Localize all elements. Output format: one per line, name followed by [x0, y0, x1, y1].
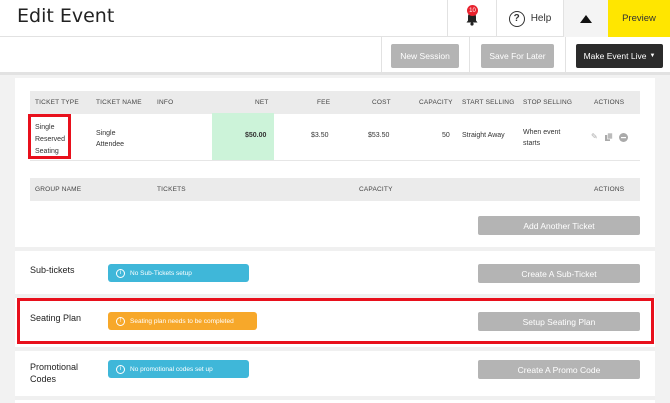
- caret-down-icon: ▼: [649, 53, 656, 59]
- info-icon: i: [116, 364, 125, 374]
- col-ticket-name: TICKET NAME: [96, 99, 142, 106]
- delete-icon[interactable]: [619, 133, 628, 144]
- col-cost: COST: [372, 99, 391, 106]
- help-button[interactable]: ? Help: [496, 0, 563, 37]
- col-stop-selling: STOP SELLING: [523, 99, 573, 106]
- col-group-capacity: CAPACITY: [359, 186, 393, 193]
- row-divider: [30, 160, 640, 161]
- ticket-name-line: Single: [96, 130, 116, 137]
- toolbar-divider: [381, 37, 382, 75]
- question-icon: ?: [508, 10, 525, 27]
- info-icon: i: [116, 268, 125, 278]
- duplicate-icon[interactable]: [605, 132, 613, 143]
- stop-selling-cell: When event starts: [523, 127, 560, 149]
- col-info: INFO: [157, 99, 174, 106]
- col-fee: FEE: [317, 99, 331, 106]
- promo-label-line: Promotional: [30, 362, 79, 372]
- toolbar-divider: [469, 37, 470, 75]
- ticket-type-highlight: [28, 114, 71, 159]
- col-start-selling: START SELLING: [462, 99, 515, 106]
- start-selling-value: Straight Away: [462, 132, 505, 139]
- toolbar-divider: [565, 37, 566, 75]
- col-ticket-type: TICKET TYPE: [35, 99, 79, 106]
- groups-table-header: GROUP NAME TICKETS CAPACITY ACTIONS: [30, 178, 640, 201]
- make-event-live-button[interactable]: Make Event Live ▼: [576, 44, 663, 68]
- no-subtickets-notice: i No Sub-Tickets setup: [108, 264, 249, 282]
- col-capacity: CAPACITY: [419, 99, 453, 106]
- collapse-toggle[interactable]: [563, 0, 608, 37]
- stop-selling-line: starts: [523, 140, 541, 147]
- add-another-ticket-button[interactable]: Add Another Ticket: [478, 216, 640, 235]
- new-session-button[interactable]: New Session: [391, 44, 459, 68]
- ticket-name-line: Attendee: [96, 141, 125, 148]
- tickets-table-header: TICKET TYPE TICKET NAME INFO NET FEE COS…: [30, 91, 640, 114]
- subtickets-label: Sub-tickets: [30, 265, 75, 275]
- create-subticket-button[interactable]: Create A Sub-Ticket: [478, 264, 640, 283]
- section-divider: [15, 396, 655, 400]
- ticket-name-cell: Single Attendee: [96, 128, 124, 150]
- create-promo-code-button[interactable]: Create A Promo Code: [478, 360, 640, 379]
- notice-text: No Sub-Tickets setup: [130, 269, 192, 277]
- col-net: NET: [255, 99, 269, 106]
- capacity-value: 50: [442, 132, 450, 139]
- fee-value: $3.50: [311, 132, 329, 139]
- notifications-button[interactable]: 10: [447, 0, 496, 37]
- col-group-actions: ACTIONS: [594, 186, 625, 193]
- promo-label-line: Codes: [30, 374, 57, 384]
- top-bar: Edit Event 10 ? Help Preview: [0, 0, 670, 37]
- action-toolbar: New Session Save For Later Make Event Li…: [0, 37, 670, 75]
- edit-pencil-icon[interactable]: ✎: [591, 132, 598, 141]
- net-value: $50.00: [245, 132, 267, 139]
- col-group-name: GROUP NAME: [35, 186, 82, 193]
- cost-value: $53.50: [368, 132, 390, 139]
- notice-text: No promotional codes set up: [130, 365, 213, 373]
- save-for-later-button[interactable]: Save For Later: [481, 44, 554, 68]
- caret-up-icon: [580, 14, 592, 23]
- help-label: Help: [530, 13, 552, 24]
- no-promo-codes-notice: i No promotional codes set up: [108, 360, 249, 378]
- preview-button[interactable]: Preview: [608, 0, 670, 37]
- col-actions: ACTIONS: [594, 99, 625, 106]
- section-divider: [15, 247, 655, 251]
- promo-codes-label: Promotional Codes: [30, 361, 78, 385]
- stop-selling-line: When event: [523, 129, 561, 136]
- page-title: Edit Event: [17, 5, 115, 27]
- make-live-label: Make Event Live: [583, 51, 647, 61]
- notification-count-badge: 10: [467, 5, 478, 16]
- section-divider: [15, 347, 655, 351]
- col-tickets: TICKETS: [157, 186, 186, 193]
- seating-plan-highlight: [17, 298, 654, 344]
